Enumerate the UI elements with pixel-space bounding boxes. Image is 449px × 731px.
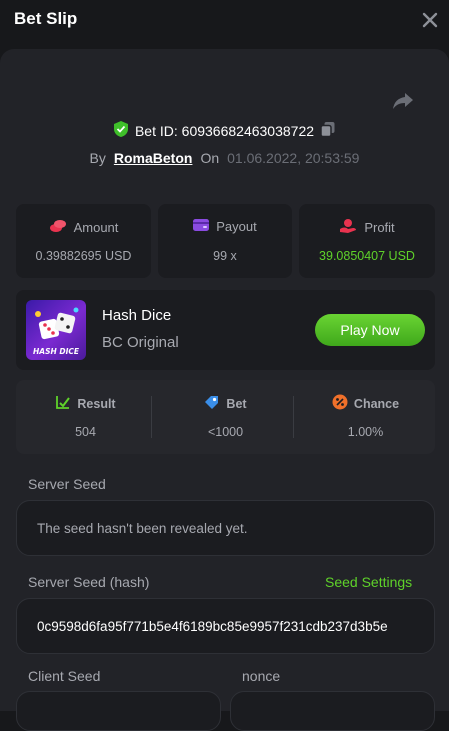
tag-icon (204, 394, 220, 413)
bet-slip-modal: Bet Slip Bet ID: 60936682463038722 By Ro… (0, 0, 449, 731)
result-value: 504 (75, 425, 96, 439)
chance-column: Chance 1.00% (296, 380, 435, 454)
result-summary: Result 504 Bet <1000 Chance 1.00% (16, 380, 435, 454)
bet-datetime: 01.06.2022, 20:53:59 (227, 150, 360, 166)
server-seed-hash-value: 0c9598d6fa95f771b5e4f6189bc85e9957f231cd… (37, 619, 388, 634)
coins-icon (49, 218, 67, 237)
amount-value: 0.39882695 USD (35, 249, 132, 263)
game-subtitle: BC Original (102, 334, 179, 351)
username-link[interactable]: RomaBeton (114, 150, 193, 166)
client-seed-field[interactable] (16, 691, 221, 731)
bet-label: Bet (226, 396, 247, 411)
nonce-label: nonce (242, 668, 281, 684)
server-seed-field: The seed hasn't been revealed yet. (16, 500, 435, 556)
game-card: HASH DICE Hash Dice BC Original Play Now (16, 290, 435, 370)
profit-card: Profit 39.0850407 USD (299, 204, 435, 278)
payout-card: Payout 99 x (158, 204, 292, 278)
hash-dice-thumbnail[interactable]: HASH DICE (26, 300, 86, 360)
amount-card: Amount 0.39882695 USD (16, 204, 151, 278)
result-column: Result 504 (16, 380, 155, 454)
share-icon[interactable] (391, 89, 415, 113)
hand-coin-icon (339, 218, 357, 237)
payout-label: Payout (216, 219, 257, 234)
on-label: On (200, 150, 220, 166)
modal-title: Bet Slip (14, 9, 78, 28)
wallet-icon (193, 218, 210, 235)
divider (293, 396, 294, 438)
server-seed-hash-label: Server Seed (hash) (28, 574, 150, 590)
server-seed-value: The seed hasn't been revealed yet. (37, 521, 248, 536)
modal-header: Bet Slip (0, 0, 449, 40)
profit-label: Profit (364, 220, 395, 235)
shield-check-icon (113, 120, 129, 143)
result-label: Result (77, 396, 116, 411)
server-seed-hash-field[interactable]: 0c9598d6fa95f771b5e4f6189bc85e9957f231cd… (16, 598, 435, 654)
client-seed-label: Client Seed (28, 668, 101, 684)
profit-value: 39.0850407 USD (319, 249, 415, 263)
game-name: Hash Dice (102, 307, 172, 324)
check-chart-icon (55, 394, 71, 413)
seed-settings-link[interactable]: Seed Settings (325, 574, 412, 590)
thumbnail-text: HASH DICE (33, 347, 80, 356)
by-label: By (89, 150, 106, 166)
chance-value: 1.00% (347, 425, 384, 439)
amount-label: Amount (73, 220, 119, 235)
chance-label: Chance (353, 396, 400, 411)
copy-icon[interactable] (320, 121, 336, 142)
nonce-field[interactable] (230, 691, 435, 731)
divider (151, 396, 152, 438)
bet-column: Bet <1000 (156, 380, 295, 454)
bet-author-row: By RomaBeton On 01.06.2022, 20:53:59 (0, 148, 449, 168)
server-seed-label: Server Seed (28, 476, 106, 492)
play-now-button[interactable]: Play Now (315, 314, 425, 346)
bet-id: Bet ID: 60936682463038722 (134, 123, 315, 139)
payout-value: 99 x (213, 249, 237, 263)
bet-id-row: Bet ID: 60936682463038722 (0, 120, 449, 143)
percent-icon (332, 394, 348, 413)
bet-value: <1000 (207, 425, 244, 439)
close-icon[interactable] (420, 10, 440, 30)
